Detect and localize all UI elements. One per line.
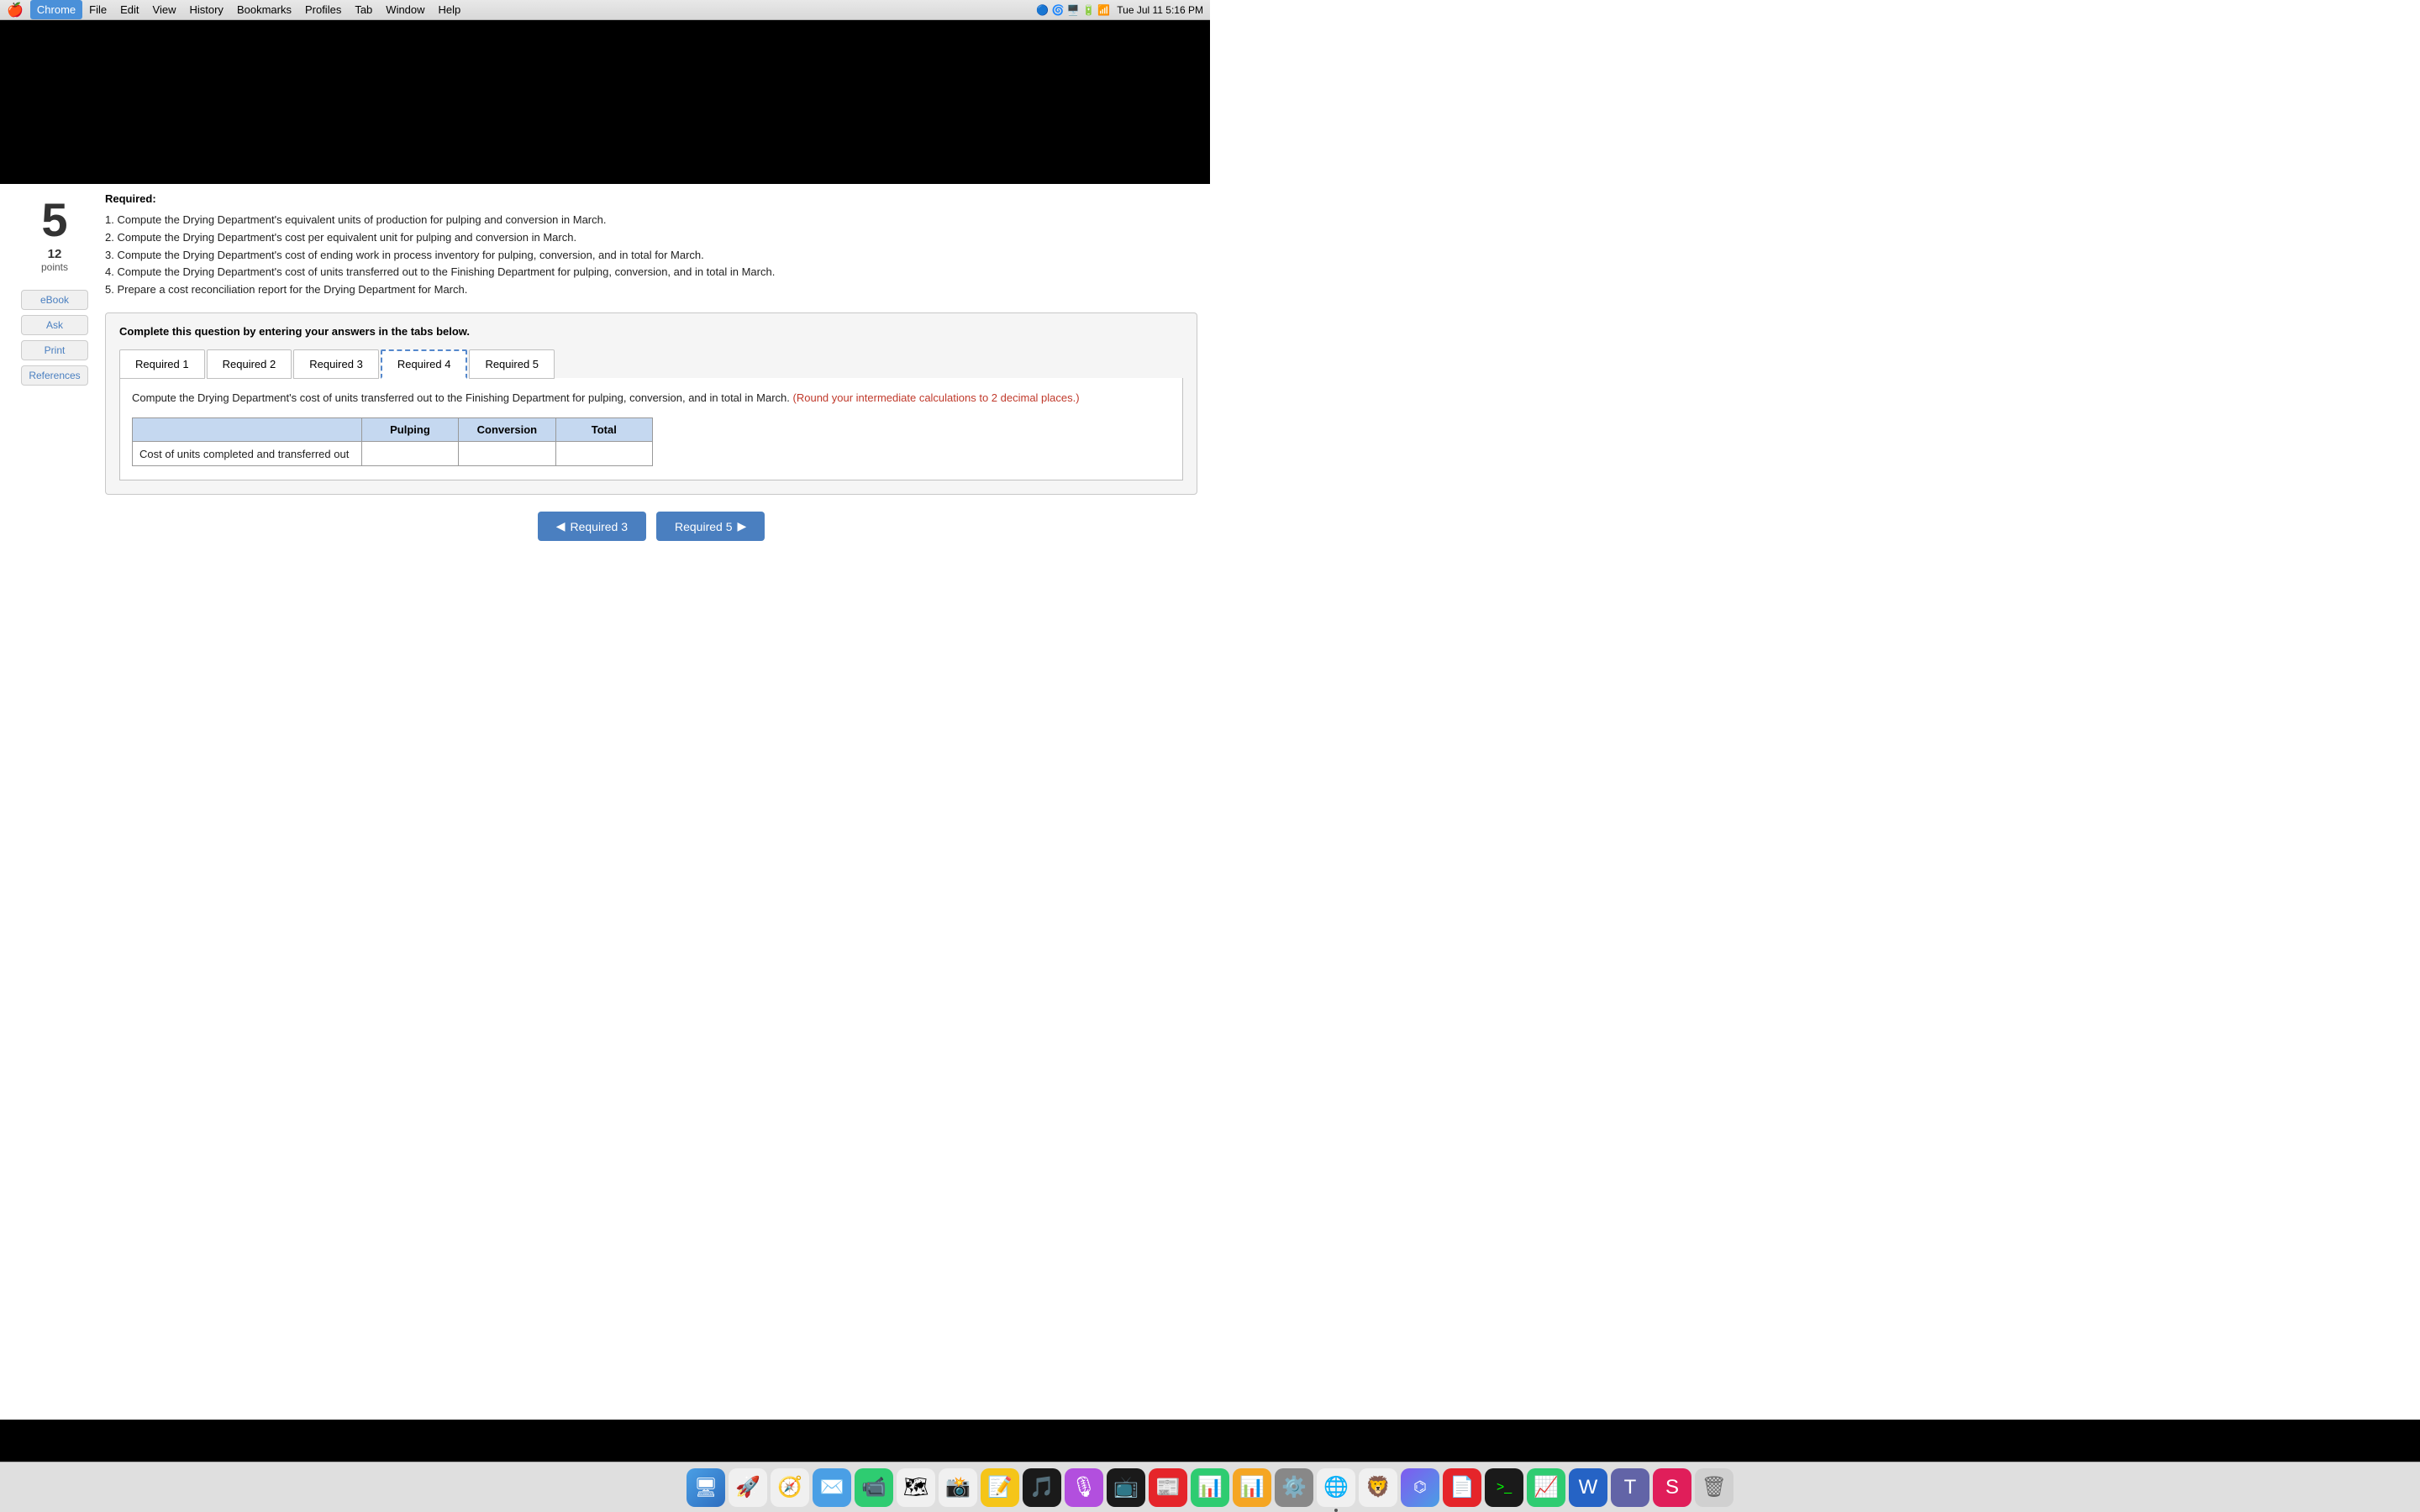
dock-numbers[interactable]: 📊: [1191, 1468, 1229, 1507]
prev-button-label: Required 3: [571, 520, 629, 533]
tab-section: Complete this question by entering your …: [105, 312, 1197, 496]
menubar-right: 🔵 🌀 🖥️ 🔋 📶 Tue Jul 11 5:16 PM: [1036, 4, 1203, 16]
prev-button[interactable]: ◀ Required 3: [538, 512, 646, 541]
conversion-input-field[interactable]: [459, 442, 555, 465]
tab-note: (Round your intermediate calculations to…: [793, 391, 1080, 404]
required-item-3: 3. Compute the Drying Department's cost …: [105, 247, 1197, 265]
dock-news[interactable]: 📰: [1149, 1468, 1187, 1507]
dock-excel[interactable]: 📈: [1527, 1468, 1565, 1507]
question-number: 5: [41, 197, 67, 244]
dock-photos[interactable]: 📸: [939, 1468, 977, 1507]
ask-button[interactable]: Ask: [21, 315, 88, 335]
menubar-window[interactable]: Window: [379, 0, 431, 19]
tab-required-4[interactable]: Required 4: [381, 349, 468, 379]
references-button[interactable]: References: [21, 365, 88, 386]
menubar: 🍎 Chrome File Edit View History Bookmark…: [0, 0, 1210, 20]
prev-arrow-icon: ◀: [556, 519, 566, 533]
dock-music[interactable]: 🎵: [1023, 1468, 1061, 1507]
table-header-pulping: Pulping: [361, 418, 458, 442]
required-list: 1. Compute the Drying Department's equiv…: [105, 212, 1197, 299]
next-button[interactable]: Required 5 ▶: [656, 512, 765, 541]
apple-menu[interactable]: 🍎: [7, 2, 24, 18]
menubar-time: Tue Jul 11 5:16 PM: [1117, 4, 1203, 16]
pulping-input-field[interactable]: [362, 442, 458, 465]
menubar-edit[interactable]: Edit: [113, 0, 145, 19]
main-content: 5 12 points eBook Ask Print References R…: [0, 184, 1210, 549]
black-bottom-area: [0, 1420, 2420, 1462]
data-table: Pulping Conversion Total Cost of units c…: [132, 417, 653, 466]
required-label: Required:: [105, 192, 1197, 205]
table-row-label: Cost of units completed and transferred …: [133, 442, 362, 466]
menubar-view[interactable]: View: [146, 0, 183, 19]
dock-terminal[interactable]: >_: [1485, 1468, 1523, 1507]
table-row-conversion-input[interactable]: [459, 442, 555, 466]
tab-required-2[interactable]: Required 2: [207, 349, 292, 379]
table-row: Cost of units completed and transferred …: [133, 442, 653, 466]
required-item-2: 2. Compute the Drying Department's cost …: [105, 229, 1197, 247]
dock-safari[interactable]: 🧭: [771, 1468, 809, 1507]
tabs-row: Required 1 Required 2 Required 3 Require…: [119, 349, 1183, 379]
dock-tv[interactable]: 📺: [1107, 1468, 1145, 1507]
menubar-chrome[interactable]: Chrome: [30, 0, 82, 19]
tab-required-3[interactable]: Required 3: [293, 349, 379, 379]
tab-instruction: Complete this question by entering your …: [119, 325, 1183, 338]
tab-description-text: Compute the Drying Department's cost of …: [132, 391, 790, 404]
table-header-conversion: Conversion: [459, 418, 555, 442]
menubar-profiles[interactable]: Profiles: [298, 0, 348, 19]
dock-word[interactable]: W: [1569, 1468, 1607, 1507]
dock-notes[interactable]: 📝: [981, 1468, 1019, 1507]
question-content: Required: 1. Compute the Drying Departme…: [97, 192, 1197, 541]
dock-maps[interactable]: 🗺: [897, 1468, 935, 1507]
menubar-tab[interactable]: Tab: [348, 0, 379, 19]
dock-finder[interactable]: 🖥: [687, 1468, 725, 1507]
points-label: points: [41, 261, 68, 273]
dock-facetime[interactable]: 📹: [855, 1468, 893, 1507]
table-header-empty: [133, 418, 362, 442]
next-arrow-icon: ▶: [738, 519, 747, 533]
tab-content: Compute the Drying Department's cost of …: [119, 378, 1183, 481]
menubar-icons: 🔵 🌀 🖥️ 🔋 📶: [1036, 4, 1110, 16]
dock-chrome[interactable]: 🌐: [1317, 1468, 1355, 1507]
left-sidebar: 5 12 points eBook Ask Print References: [13, 192, 97, 541]
nav-buttons: ◀ Required 3 Required 5 ▶: [105, 512, 1197, 541]
required-item-4: 4. Compute the Drying Department's cost …: [105, 264, 1197, 281]
dock-arc[interactable]: ⌬: [1401, 1468, 1439, 1507]
required-item-1: 1. Compute the Drying Department's equiv…: [105, 212, 1197, 229]
tab-description: Compute the Drying Department's cost of …: [132, 390, 1171, 407]
dock: 🖥 🚀 🧭 ✉️ 📹 🗺 📸 📝 🎵 🎙 📺 📰 📊 📊 ⚙️ 🌐 🦁 ⌬ 📄 …: [0, 1462, 2420, 1512]
menubar-file[interactable]: File: [82, 0, 113, 19]
tab-required-1[interactable]: Required 1: [119, 349, 205, 379]
menubar-history[interactable]: History: [182, 0, 229, 19]
required-item-5: 5. Prepare a cost reconciliation report …: [105, 281, 1197, 299]
sidebar-buttons: eBook Ask Print References: [21, 290, 88, 386]
dock-trash[interactable]: 🗑: [1695, 1468, 1733, 1507]
table-row-pulping-input[interactable]: [361, 442, 458, 466]
print-button[interactable]: Print: [21, 340, 88, 360]
dock-podcasts[interactable]: 🎙: [1065, 1468, 1103, 1507]
dock-keynote[interactable]: 📊: [1233, 1468, 1271, 1507]
dock-systemprefs[interactable]: ⚙️: [1275, 1468, 1313, 1507]
next-button-label: Required 5: [675, 520, 733, 533]
table-header-total: Total: [555, 418, 652, 442]
dock-acrobat[interactable]: 📄: [1443, 1468, 1481, 1507]
dock-teams[interactable]: T: [1611, 1468, 1649, 1507]
menubar-help[interactable]: Help: [432, 0, 468, 19]
total-input-field[interactable]: [556, 442, 652, 465]
dock-slack[interactable]: S: [1653, 1468, 1691, 1507]
ebook-button[interactable]: eBook: [21, 290, 88, 310]
menubar-bookmarks[interactable]: Bookmarks: [230, 0, 298, 19]
table-row-total-input[interactable]: [555, 442, 652, 466]
black-top-area: [0, 20, 1210, 184]
dock-launchpad[interactable]: 🚀: [729, 1468, 767, 1507]
dock-brave[interactable]: 🦁: [1359, 1468, 1397, 1507]
tab-required-5[interactable]: Required 5: [469, 349, 555, 379]
points-value: 12: [48, 247, 62, 261]
dock-mail[interactable]: ✉️: [813, 1468, 851, 1507]
